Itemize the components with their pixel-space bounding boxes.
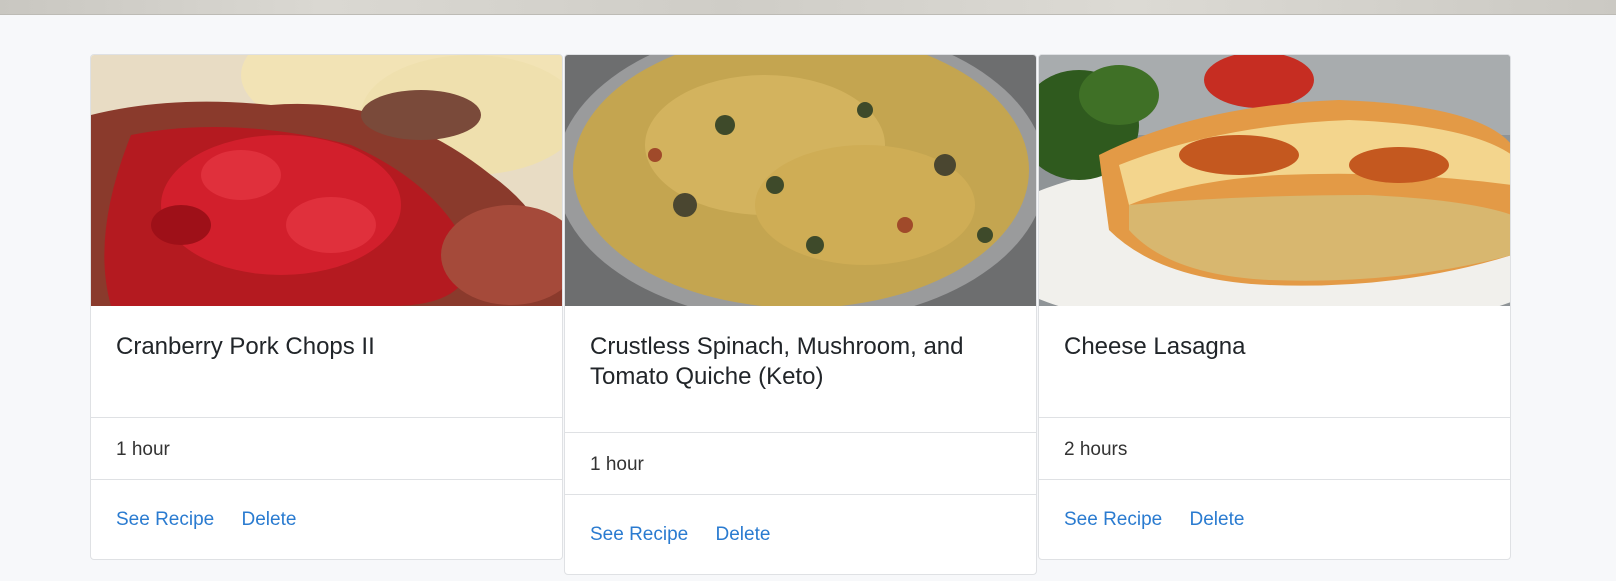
delete-link[interactable]: Delete bbox=[1190, 509, 1245, 530]
card-actions: See Recipe Delete bbox=[565, 494, 1036, 574]
recipe-image-cranberry-pork-chops bbox=[91, 55, 562, 306]
card-body: Crustless Spinach, Mushroom, and Tomato … bbox=[565, 306, 1036, 432]
recipe-image-cheese-lasagna bbox=[1039, 55, 1510, 306]
delete-link[interactable]: Delete bbox=[242, 509, 297, 530]
card-body: Cheese Lasagna bbox=[1039, 306, 1510, 417]
recipe-title: Crustless Spinach, Mushroom, and Tomato … bbox=[590, 333, 964, 390]
recipe-cook-time: 2 hours bbox=[1039, 417, 1510, 479]
card-body: Cranberry Pork Chops II bbox=[91, 306, 562, 417]
recipe-image-spinach-quiche bbox=[565, 55, 1036, 306]
recipe-card: Cheese Lasagna 2 hours See Recipe Delete bbox=[1038, 54, 1511, 560]
recipe-card: Crustless Spinach, Mushroom, and Tomato … bbox=[564, 54, 1037, 575]
recipe-cook-time: 1 hour bbox=[91, 417, 562, 479]
see-recipe-link[interactable]: See Recipe bbox=[116, 509, 214, 530]
delete-link[interactable]: Delete bbox=[716, 524, 771, 545]
card-actions: See Recipe Delete bbox=[1039, 479, 1510, 559]
card-actions: See Recipe Delete bbox=[91, 479, 562, 559]
recipe-title: Cranberry Pork Chops II bbox=[116, 333, 375, 360]
see-recipe-link[interactable]: See Recipe bbox=[1064, 509, 1162, 530]
recipe-card: Cranberry Pork Chops II 1 hour See Recip… bbox=[90, 54, 563, 560]
header-background-strip bbox=[0, 0, 1616, 15]
see-recipe-link[interactable]: See Recipe bbox=[590, 524, 688, 545]
recipe-title: Cheese Lasagna bbox=[1064, 333, 1246, 360]
recipe-card-list: Cranberry Pork Chops II 1 hour See Recip… bbox=[90, 54, 1511, 575]
recipe-cook-time: 1 hour bbox=[565, 432, 1036, 494]
